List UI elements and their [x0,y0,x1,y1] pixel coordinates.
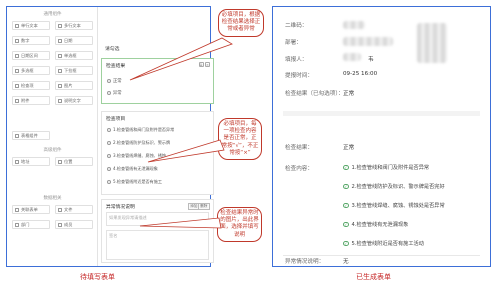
check-item: ✓ 1.检查管线和阀门及附件是否异常 [343,164,430,171]
check-icon: ✓ [343,202,349,209]
result-label: 检查结果： [285,145,313,151]
qr-blur [343,21,365,29]
pointer-2 [147,139,225,163]
check-item: ✓ 3.检查管线焊缝、腐蚀、锈蚀处是否异常 [343,202,445,209]
left-caption: 待填写表单 [80,273,115,281]
field-label: 填报人： [285,57,308,63]
abnormal-value: 无 [343,259,349,265]
generated-form-panel: 二维码： 部署： 填报人：韦提报时间： 09-25 16:00 检查结果（已勾选项）：正… [272,6,491,267]
dept-blur [343,37,393,46]
check-icon: ✓ [343,240,349,247]
name-blur [343,53,361,61]
check-icon: ✓ [343,164,349,171]
field-label: 提报时间： [285,73,313,79]
pointer-3 [139,217,222,229]
check-item: ✓ 5.检查管线附近是否有施工活动 [343,240,424,247]
check-icon: ✓ [343,221,349,228]
image-blur [417,23,447,63]
field-label: 检查结果（已勾选项）： [285,91,344,97]
abnormal-label: 异常情况说明： [285,259,325,265]
check-icon: ✓ [343,183,349,190]
check-item: ✓ 2.检查管线防护及标识、警示牌是否完好 [343,183,445,190]
separator [283,111,480,116]
field-label: 部署： [285,40,302,46]
pointer-1 [129,37,233,81]
field-value: 正常 [343,91,355,97]
content-label: 检查内容： [285,166,313,172]
field-value: 09-25 16:00 [343,71,378,77]
field-value: 韦 [368,57,374,63]
right-caption: 已生成表单 [356,273,391,281]
field-label: 二维码： [285,23,308,29]
result-value: 正常 [343,145,355,151]
check-item: ✓ 4.检查管线有无泄漏现象 [343,221,409,228]
divider [283,255,480,256]
